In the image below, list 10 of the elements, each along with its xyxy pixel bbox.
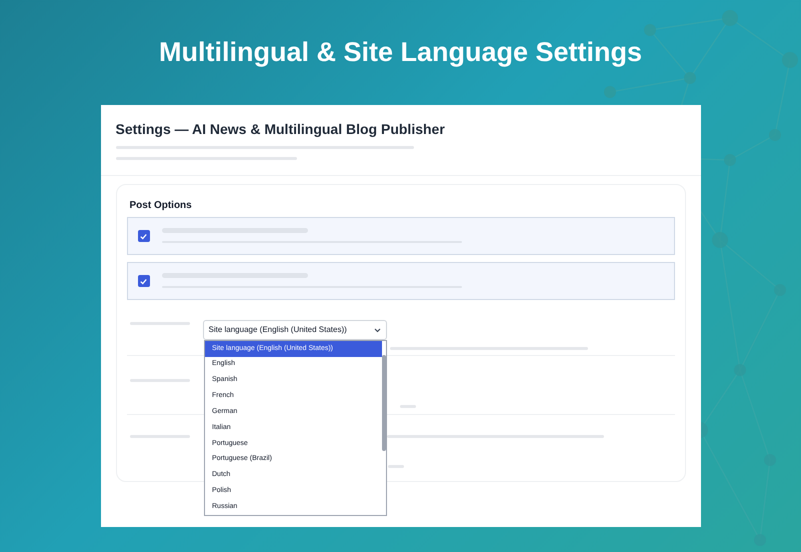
banner-title: Multilingual & Site Language Settings (158, 36, 642, 69)
section-title: Post Options (128, 199, 193, 212)
settings-title: Settings — AI News & Multilingual Blog Publisher (116, 120, 446, 138)
checkbox[interactable] (138, 275, 150, 287)
language-select[interactable]: Site language (English (United States)) (202, 320, 386, 340)
checkbox[interactable] (138, 230, 150, 242)
chevron-down-icon (374, 328, 380, 332)
check-icon (139, 232, 148, 240)
check-icon (139, 276, 148, 286)
scrollbar-thumb[interactable] (382, 355, 386, 451)
